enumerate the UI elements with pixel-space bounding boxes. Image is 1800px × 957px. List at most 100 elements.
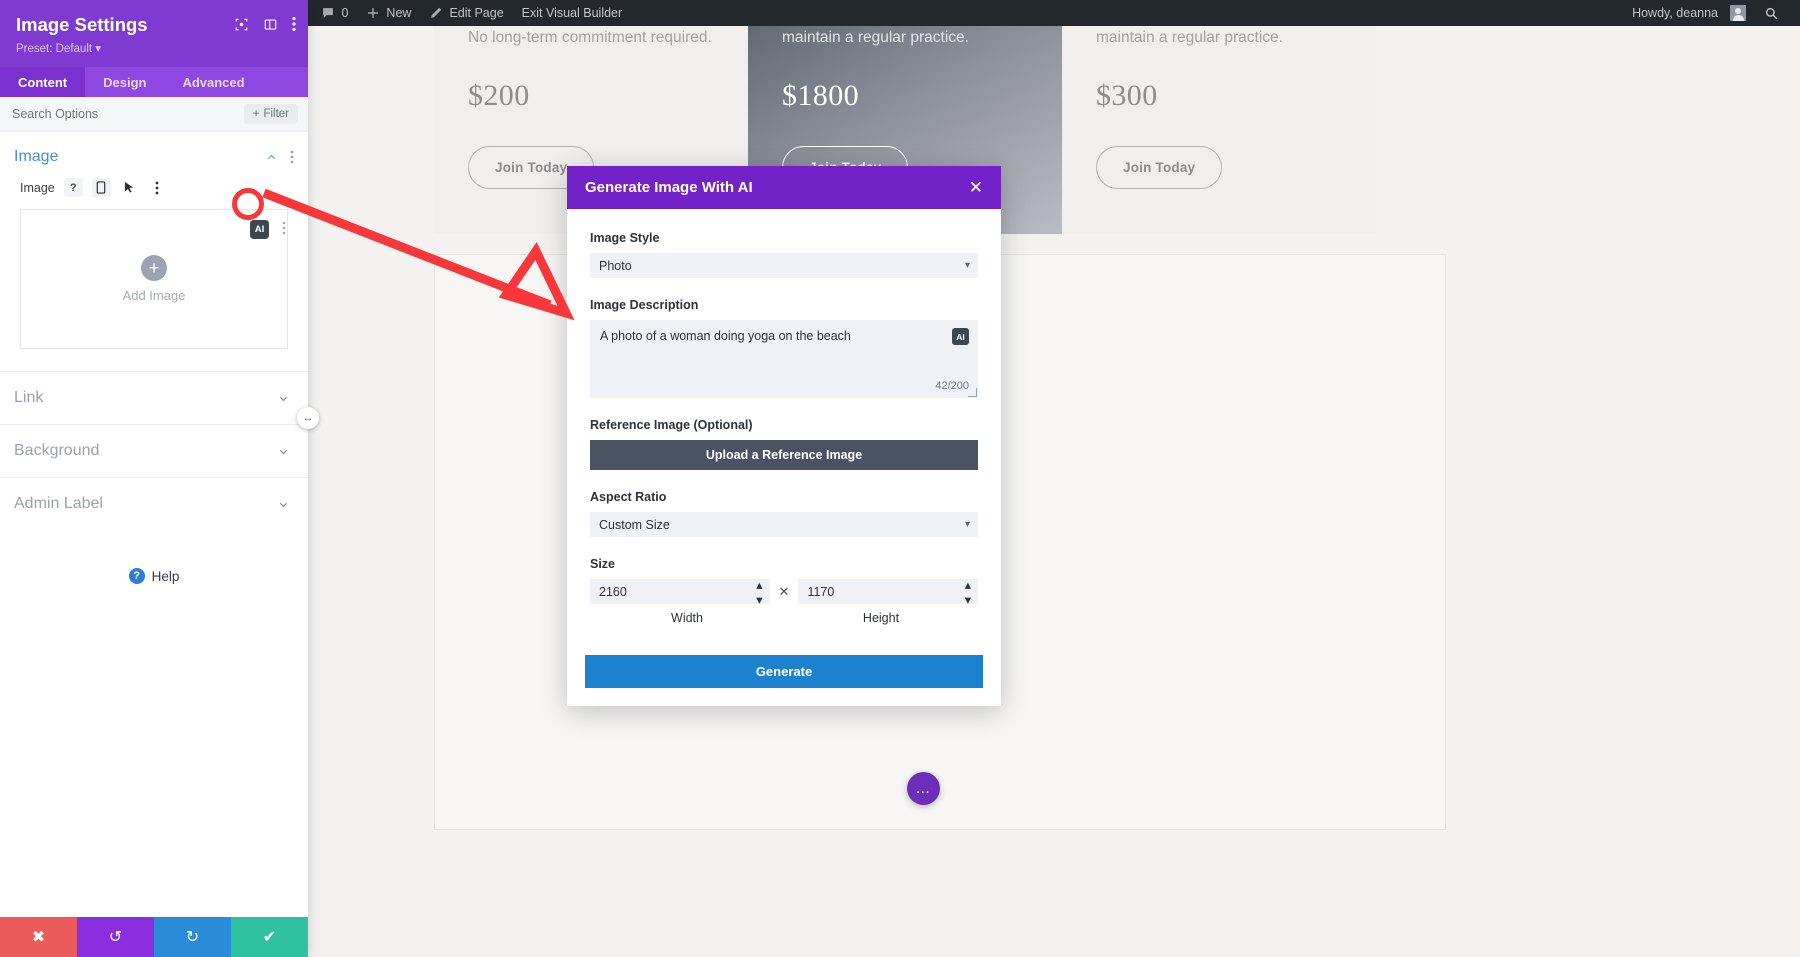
layout-columns-icon[interactable] [263,17,278,32]
height-caption: Height [862,611,900,625]
tab-design[interactable]: Design [85,67,164,97]
kebab-menu-icon[interactable] [282,221,286,238]
image-description-value: A photo of a woman doing yoga on the bea… [600,329,851,343]
accordion-admin-label[interactable]: Admin Label [0,477,308,530]
save-button[interactable]: ✔ [231,917,308,957]
stepper-icon[interactable]: ▴ ▾ [965,577,971,607]
accordion-label: Link [14,389,44,406]
size-inputs-row: 2160 ▴ ▾ ✕ 1170 ▴ ▾ [590,577,978,607]
pricing-card-text: looking to commit to a series of classes… [782,29,969,47]
modal-footer: Generate [567,655,1001,688]
filter-button[interactable]: + Filter [243,104,298,124]
builder-fab-button[interactable]: … [907,772,940,805]
plus-icon: + [141,255,167,281]
preset-selector[interactable]: Preset: Default ▾ [16,41,292,55]
aspect-ratio-value: Custom Size [599,517,670,532]
adminbar-howdy-label: Howdy, deanna [1632,6,1718,20]
adminbar-item-new[interactable]: New [357,0,420,26]
join-today-button[interactable]: Join Today [1096,145,1223,189]
character-counter: 42/200 [935,380,969,392]
image-style-select[interactable]: Photo ▾ [590,253,978,278]
stepper-icon[interactable]: ▴ ▾ [756,577,762,607]
help-button[interactable]: ? Help [0,568,308,584]
chevron-up-icon[interactable] [265,151,278,164]
image-field-label: Image [20,180,55,195]
help-icon[interactable]: ? [63,178,83,197]
avatar-icon [1730,5,1746,21]
reference-image-label: Reference Image (Optional) [590,418,753,432]
aspect-ratio-label: Aspect Ratio [590,490,667,504]
filter-label: Filter [263,108,289,120]
accordion-background[interactable]: Background [0,424,308,477]
cancel-button[interactable]: ✖ [0,917,77,957]
preset-label: Preset: Default [16,43,93,55]
pricing-card-price: $200 [468,78,530,112]
search-input[interactable] [12,107,192,121]
sidebar-header: Image Settings Preset: Default ▾ [0,0,308,67]
section-header-image[interactable]: Image [0,132,308,172]
upload-reference-image-button[interactable]: Upload a Reference Image [590,440,978,470]
adminbar-label: Exit Visual Builder [521,6,623,20]
resize-grip-icon[interactable] [968,388,977,397]
image-upload-dropzone[interactable]: AI + Add Image [20,209,288,349]
responsive-mobile-icon[interactable] [91,178,111,197]
adminbar-search-button[interactable] [1755,0,1788,26]
chevron-down-icon [277,445,290,458]
adminbar-label: Edit Page [449,6,504,20]
screen-root: personalized yoga practice tailored to y… [0,0,1800,957]
size-captions: Width Height [590,611,978,625]
page-canvas: personalized yoga practice tailored to y… [308,26,1800,957]
image-description-textarea[interactable]: A photo of a woman doing yoga on the bea… [590,320,978,398]
kebab-menu-icon[interactable] [290,150,294,164]
add-image-label: Add Image [122,288,186,303]
width-input[interactable]: 2160 ▴ ▾ [590,577,770,607]
sidebar-body: Image Image ? AI + Add Image Link Backgr… [0,132,308,957]
ai-badge-icon[interactable]: AI [952,328,969,345]
aspect-ratio-select[interactable]: Custom Size ▾ [590,512,978,537]
help-label: Help [151,568,180,584]
image-field-row: Image ? [0,172,308,201]
accordion-label: Background [14,442,100,459]
image-style-label: Image Style [590,231,660,245]
adminbar-label: New [386,6,412,20]
pricing-card-text: looking to commit to a series of classes… [1096,29,1283,47]
pencil-icon [429,6,443,20]
sidebar-resize-handle[interactable]: ↔ [297,407,319,429]
accordion-link[interactable]: Link [0,371,308,424]
adminbar-item-exit-visual-builder[interactable]: Exit Visual Builder [513,0,632,26]
kebab-menu-icon[interactable] [292,16,296,32]
focus-target-icon[interactable] [234,17,249,32]
pricing-card-price: $300 [1096,78,1158,112]
search-options-bar: + Filter [0,97,308,132]
size-separator-icon: ✕ [778,583,790,599]
ai-generate-badge[interactable]: AI [250,220,269,239]
pricing-card-text: personalized yoga practice tailored to y… [468,29,712,47]
modal-header: Generate Image With AI ✕ [567,166,1001,209]
image-description-label: Image Description [590,298,699,312]
adminbar-item-comments[interactable]: 0 [312,0,357,26]
undo-button[interactable]: ↺ [77,917,154,957]
chevron-updown-icon: ▾ [964,260,970,271]
question-mark-icon: ? [128,568,145,584]
kebab-menu-icon[interactable] [148,178,167,197]
plus-icon: + [252,108,260,120]
tab-content[interactable]: Content [0,67,86,97]
modal-body: Image Style Photo ▾ Image Description A … [567,209,1001,643]
chevron-updown-icon: ▾ [964,519,970,530]
adminbar-item-edit-page[interactable]: Edit Page [420,0,512,26]
comment-icon [321,6,335,20]
accordion-label: Admin Label [14,495,103,512]
generate-image-modal: Generate Image With AI ✕ Image Style Pho… [567,166,1001,706]
generate-button[interactable]: Generate [585,655,983,688]
pricing-card: looking to commit to a series of classes… [1062,26,1376,234]
height-input[interactable]: 1170 ▴ ▾ [798,577,978,607]
redo-button[interactable]: ↻ [154,917,231,957]
close-icon[interactable]: ✕ [969,179,983,196]
tab-advanced[interactable]: Advanced [164,67,262,97]
adminbar-howdy[interactable]: Howdy, deanna [1623,0,1755,26]
plus-icon [366,6,380,20]
hover-cursor-icon[interactable] [120,178,139,197]
settings-tabs: Content Design Advanced [0,67,308,97]
chevron-down-icon: ▾ [95,43,102,55]
chevron-down-icon [277,498,290,511]
